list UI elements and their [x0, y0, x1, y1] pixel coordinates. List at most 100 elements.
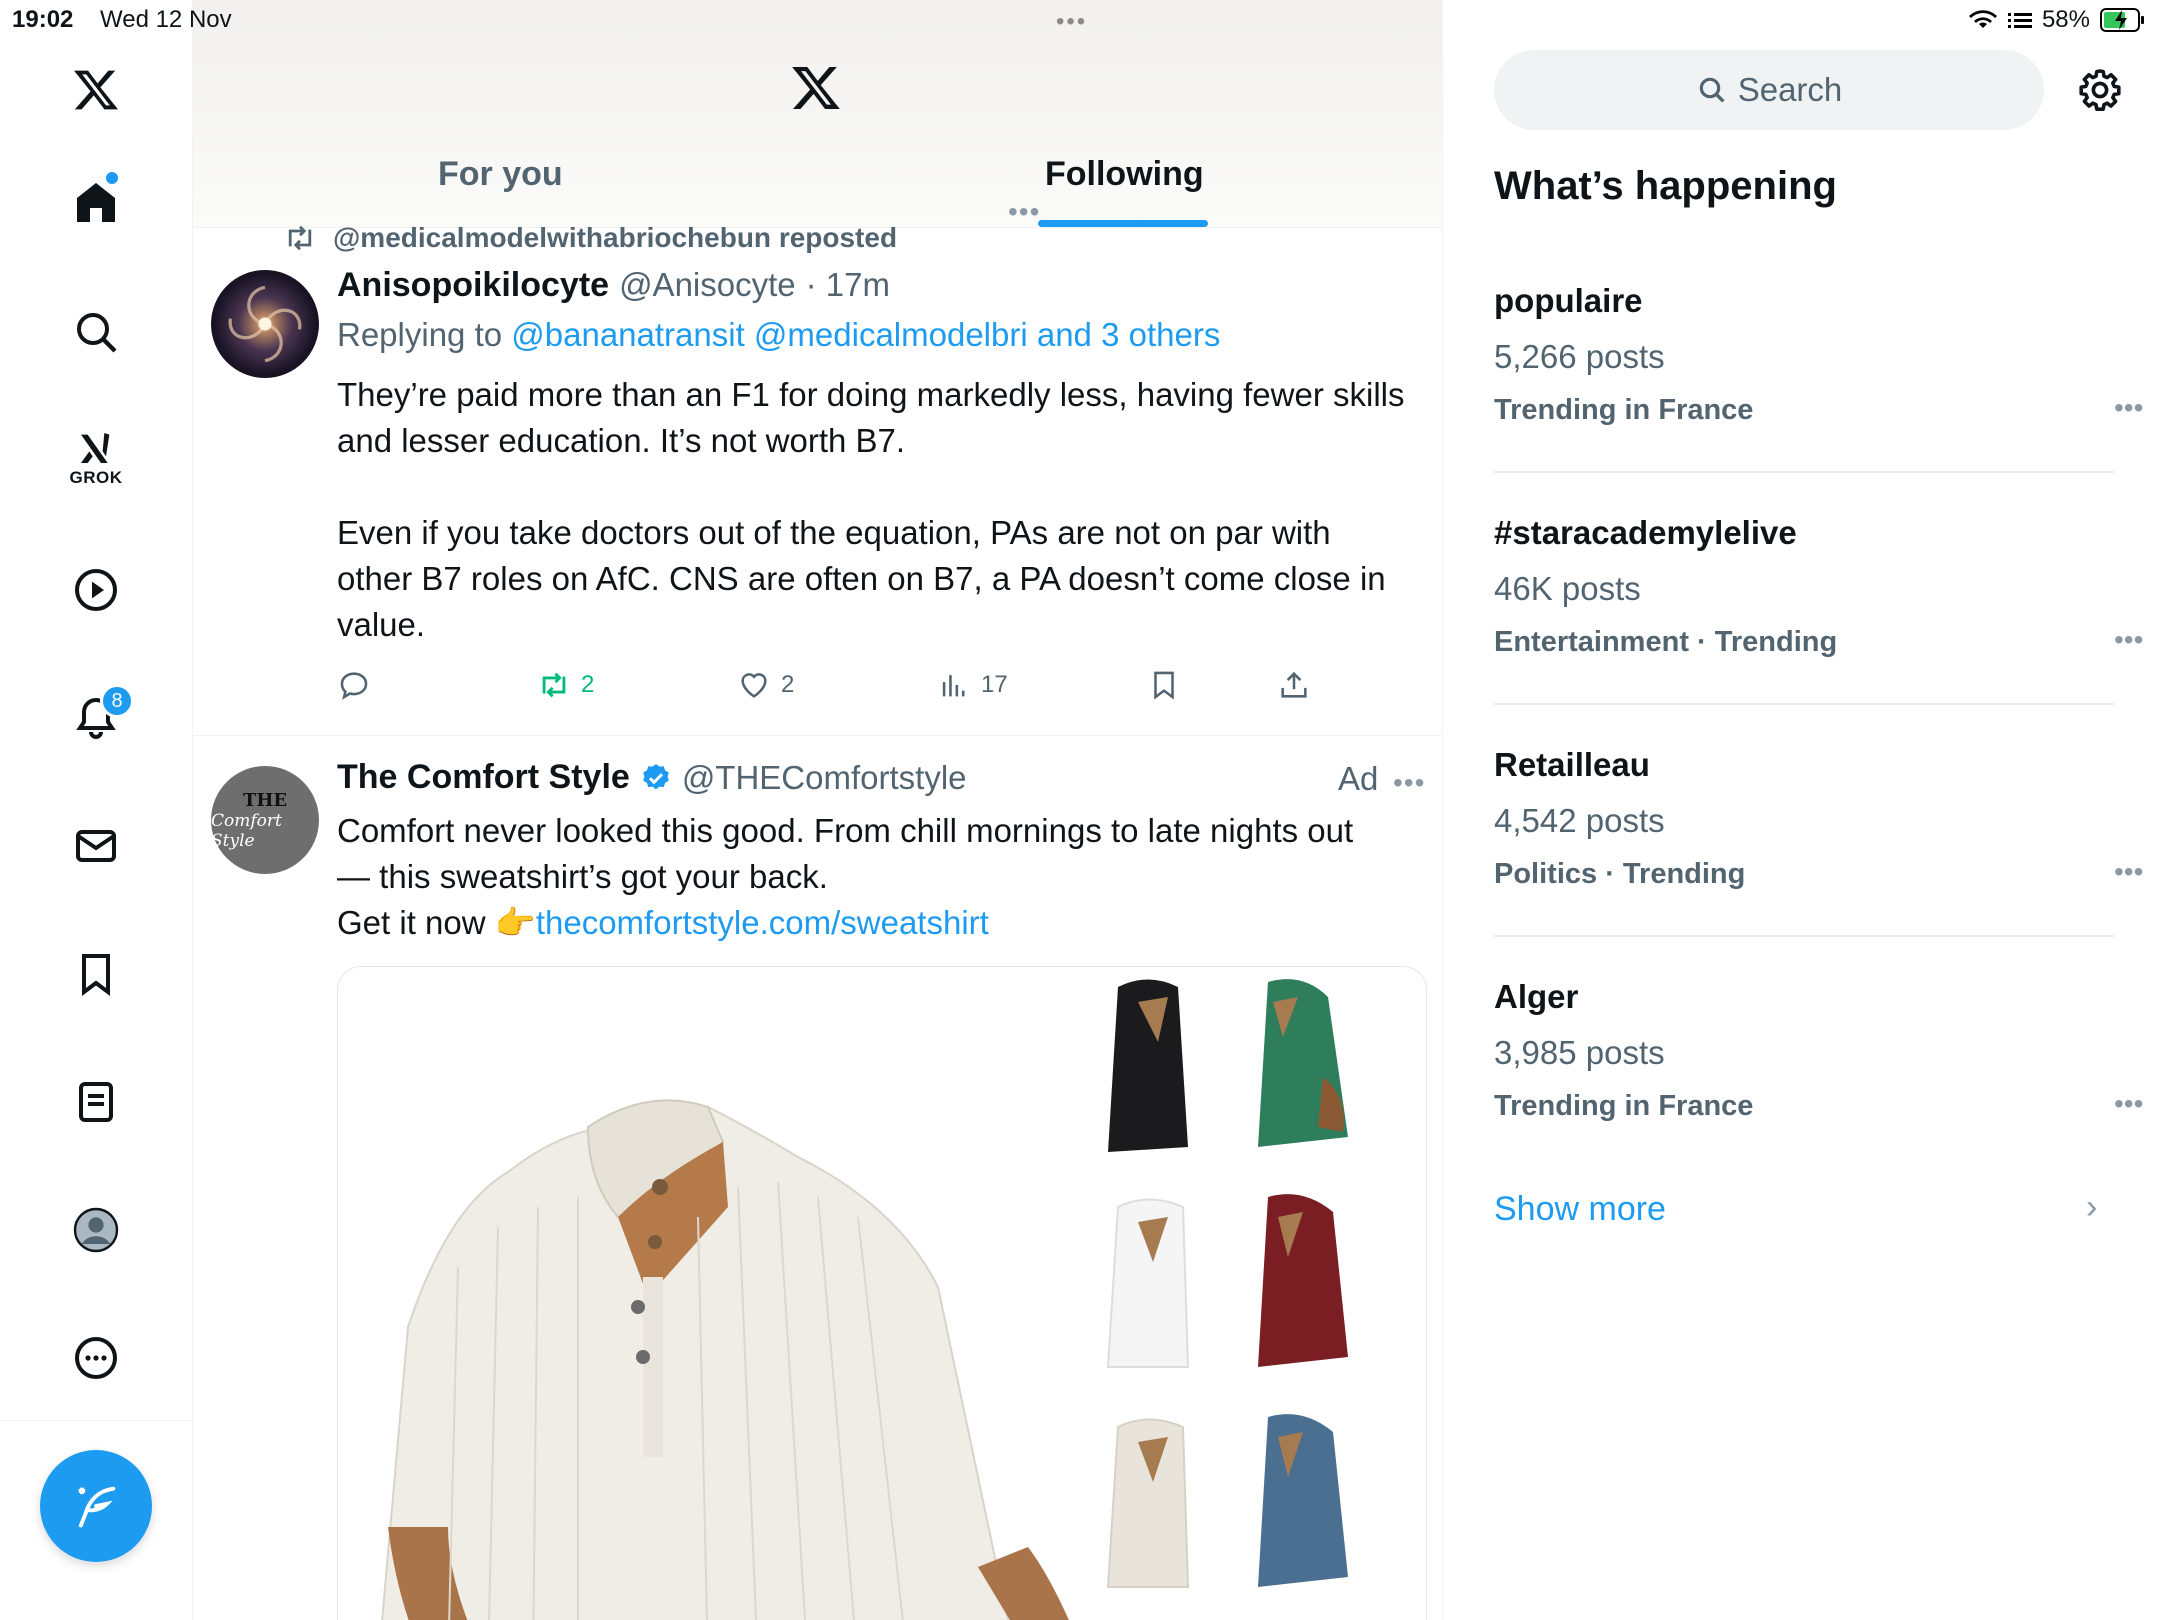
views-chart-icon — [942, 675, 965, 697]
trend-item[interactable]: #staracademylelive 46K posts Entertainme… — [1494, 514, 2143, 746]
trend-item[interactable]: populaire 5,266 posts Trending in France… — [1494, 282, 2143, 514]
post-line: Comfort never looked this good. From chi… — [337, 812, 1354, 849]
post-actions: 2 2 17 — [337, 668, 1337, 708]
status-time: 19:02 — [12, 6, 74, 33]
post-author[interactable]: The Comfort Style @THEComfortstyle — [337, 758, 967, 797]
show-more-link[interactable]: Show more — [1494, 1190, 1666, 1229]
profile-avatar-icon[interactable] — [56, 1190, 136, 1270]
repost-icon — [288, 225, 312, 251]
post-divider — [193, 735, 1442, 736]
trend-more-icon[interactable]: ••• — [2114, 856, 2143, 888]
repost-context[interactable]: @medicalmodelwithabriochebun reposted — [283, 222, 897, 254]
trend-name: Alger — [1494, 978, 1579, 1015]
home-icon[interactable] — [56, 162, 136, 242]
verified-badge-icon — [643, 763, 669, 789]
trend-name: #staracademylelive — [1494, 514, 1797, 551]
heart-icon — [741, 673, 767, 698]
reply-icon — [340, 672, 368, 700]
post-body: Comfort never looked this good. From chi… — [337, 808, 1417, 946]
avatar-text-line: Comfort Style — [211, 810, 282, 851]
grok-icon[interactable]: GROK — [56, 418, 136, 498]
post-line: — this sweatshirt’s got your back. — [337, 858, 828, 895]
post-author[interactable]: Anisopoikilocyte @Anisocyte · 17m — [337, 266, 890, 305]
search-placeholder: Search — [1737, 71, 1843, 108]
trend-meta: Trending in France — [1494, 1090, 1754, 1122]
home-unread-dot — [104, 170, 120, 186]
more-options-icon[interactable] — [56, 1318, 136, 1398]
tab-for-you[interactable]: For you — [438, 155, 563, 225]
left-navigation: GROK 8 — [0, 0, 193, 1620]
ad-link[interactable]: thecomfortstyle.com/sweatshirt — [536, 904, 989, 941]
chevron-right-icon[interactable]: › — [2086, 1188, 2097, 1227]
active-tab-indicator — [1038, 220, 1208, 227]
lists-icon[interactable] — [56, 1062, 136, 1142]
whats-happening-title: What’s happening — [1494, 164, 1837, 208]
views-button[interactable]: 17 — [937, 668, 1008, 702]
ad-media-image[interactable] — [337, 966, 1427, 1620]
share-button[interactable] — [1277, 668, 1311, 702]
trend-posts: 5,266 posts — [1494, 338, 1665, 375]
trend-item[interactable]: Alger 3,985 posts Trending in France ••• — [1494, 978, 2143, 1210]
post-time[interactable]: · 17m — [806, 266, 890, 304]
trend-posts: 46K posts — [1494, 570, 1641, 607]
trend-more-icon[interactable]: ••• — [2114, 1088, 2143, 1120]
avatar-text-line: THE — [242, 789, 288, 811]
status-indicators: 58% — [1968, 6, 2146, 34]
tab-following[interactable]: Following — [1045, 155, 1204, 225]
grok-label: GROK — [69, 468, 123, 487]
post-more-icon[interactable]: ••• — [1393, 767, 1425, 799]
x-logo-icon[interactable] — [56, 50, 136, 130]
list-icon — [2007, 13, 2032, 28]
like-count: 2 — [781, 671, 795, 698]
messages-envelope-icon[interactable] — [56, 806, 136, 886]
trend-divider — [1494, 935, 2114, 937]
repost-count: 2 — [581, 671, 595, 698]
ad-label: Ad — [1338, 760, 1379, 797]
like-button[interactable]: 2 — [737, 668, 794, 702]
status-date: Wed 12 Nov — [100, 6, 232, 33]
bookmark-button[interactable] — [1147, 668, 1181, 702]
battery-percent: 58% — [2041, 6, 2090, 33]
repost-button[interactable]: 2 — [537, 668, 594, 702]
timeline: For you Following @medicalmodelwithabrio… — [193, 0, 1443, 1620]
multitasking-dots-icon[interactable]: ••• — [1056, 8, 1087, 36]
author-name[interactable]: Anisopoikilocyte — [337, 266, 609, 305]
advertiser-avatar[interactable]: THE Comfort Style — [211, 766, 319, 874]
trend-posts: 4,542 posts — [1494, 802, 1665, 839]
video-play-icon[interactable] — [56, 550, 136, 630]
trend-divider — [1494, 703, 2114, 705]
trend-divider — [1494, 471, 2114, 473]
bookmarks-icon[interactable] — [56, 934, 136, 1014]
settings-gear-icon[interactable] — [2076, 66, 2124, 114]
post-author-avatar[interactable] — [211, 270, 319, 378]
trend-more-icon[interactable]: ••• — [2114, 392, 2143, 424]
view-count: 17 — [981, 671, 1008, 698]
post-paragraph: They’re paid more than an F1 for doing m… — [337, 376, 1405, 459]
post-paragraph: Even if you take doctors out of the equa… — [337, 514, 1386, 643]
post-body: They’re paid more than an F1 for doing m… — [337, 372, 1407, 694]
search-icon[interactable] — [56, 292, 136, 372]
replying-to-links[interactable]: @bananatransit @medicalmodelbri and 3 ot… — [511, 316, 1220, 353]
reply-button[interactable] — [337, 668, 371, 702]
search-icon — [1699, 77, 1725, 103]
author-handle[interactable]: @Anisocyte — [619, 266, 796, 304]
trend-item[interactable]: Retailleau 4,542 posts Politics · Trendi… — [1494, 746, 2143, 978]
trend-more-icon[interactable]: ••• — [2114, 624, 2143, 656]
replying-to: Replying to @bananatransit @medicalmodel… — [337, 316, 1220, 354]
status-bar: 19:02 Wed 12 Nov ••• 58% — [0, 0, 2160, 40]
compose-post-button[interactable] — [40, 1450, 152, 1562]
post-more-icon[interactable]: ••• — [1008, 196, 1040, 228]
x-logo-icon[interactable] — [790, 62, 842, 114]
trend-meta: Politics · Trending — [1494, 858, 1746, 890]
author-handle[interactable]: @THEComfortstyle — [682, 759, 967, 797]
repost-icon — [542, 672, 566, 698]
replying-prefix: Replying to — [337, 316, 512, 353]
trend-meta: Entertainment · Trending — [1494, 626, 1838, 658]
author-name[interactable]: The Comfort Style — [337, 758, 630, 797]
bookmark-icon — [1154, 671, 1174, 700]
trend-posts: 3,985 posts — [1494, 1034, 1665, 1071]
search-input[interactable]: Search — [1494, 50, 2044, 130]
post-line-prefix: Get it now 👉 — [337, 904, 536, 941]
notifications-bell-icon[interactable]: 8 — [56, 678, 136, 758]
repost-by-label: @medicalmodelwithabriochebun reposted — [333, 222, 898, 253]
